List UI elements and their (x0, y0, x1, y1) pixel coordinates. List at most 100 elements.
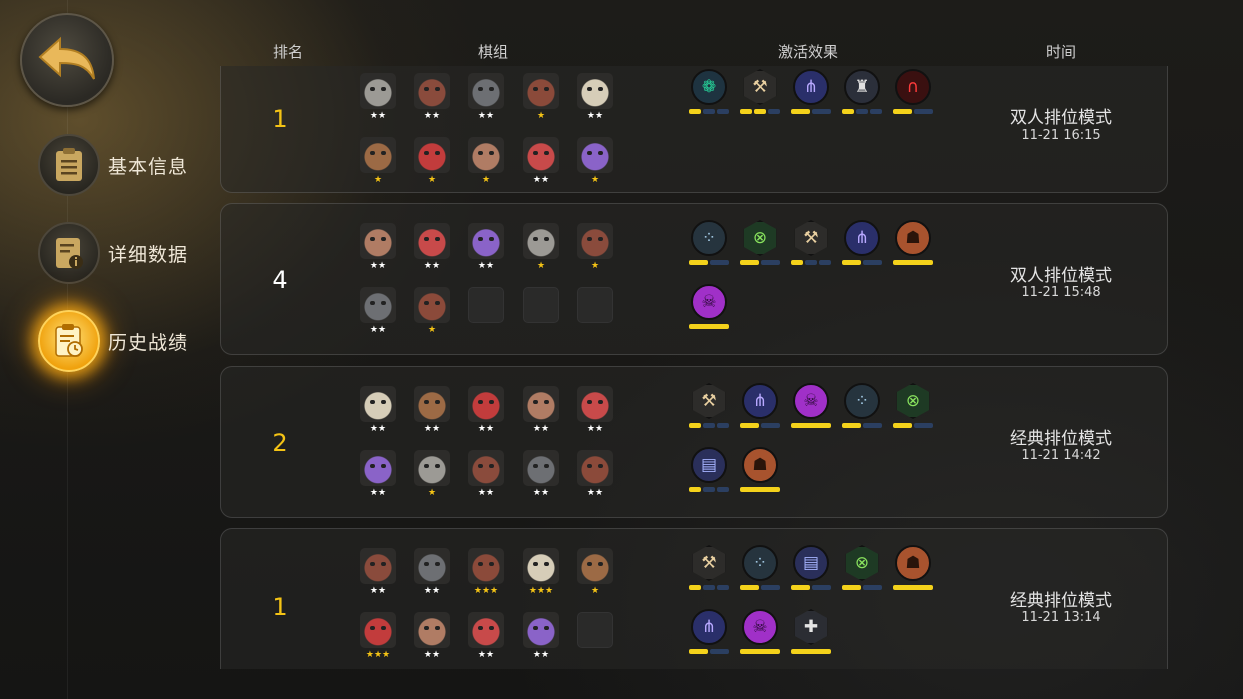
star-rating: ★★ (423, 586, 441, 596)
star-rating: ★★ (477, 111, 495, 121)
demon-icon: ☗ (895, 220, 931, 256)
trait-synergy[interactable]: ⁘ (740, 545, 780, 591)
chess-piece[interactable]: ★ (360, 137, 396, 185)
empty-slot[interactable] (523, 287, 559, 323)
chess-piece[interactable]: ★★★ (360, 612, 396, 660)
chess-piece[interactable]: ★★ (468, 612, 504, 660)
chess-piece[interactable]: ★ (414, 450, 450, 498)
trait-synergy[interactable]: ⚒ (689, 383, 729, 429)
chess-piece[interactable]: ★ (414, 137, 450, 185)
bar-segment-inactive (710, 649, 729, 654)
trait-synergy[interactable]: ▤ (689, 447, 729, 493)
axe-icon: ⚒ (692, 545, 726, 581)
hero-portrait (414, 386, 450, 422)
chess-piece[interactable]: ★ (523, 73, 559, 121)
chess-piece[interactable]: ★★ (414, 386, 450, 434)
history-record[interactable]: 2 经典排位模式 11-21 14:42 ★★ ★★ ★★ ★★ ★★ ★★ ★ ★★ ★★ ★★… (220, 366, 1168, 518)
chess-piece[interactable]: ★★ (360, 223, 396, 271)
chess-piece[interactable]: ★★ (414, 223, 450, 271)
empty-slot[interactable] (577, 612, 613, 648)
trait-synergy[interactable]: ⚒ (791, 220, 831, 266)
trait-synergy[interactable]: ⋔ (791, 69, 831, 115)
trait-synergy[interactable]: ☗ (893, 220, 933, 266)
chess-piece[interactable]: ★ (577, 137, 613, 185)
chess-piece[interactable]: ★ (468, 137, 504, 185)
bar-segment-inactive (717, 487, 729, 492)
trait-synergy[interactable]: ⚒ (689, 545, 729, 591)
trait-synergy[interactable]: ⊗ (740, 220, 780, 266)
chess-piece[interactable]: ★★ (523, 386, 559, 434)
sidebar-item-label: 历史战绩 (108, 331, 189, 354)
chess-piece[interactable]: ★ (577, 223, 613, 271)
arch-icon: ∩ (895, 69, 931, 105)
bar-segment-active (791, 260, 803, 265)
chess-piece[interactable]: ★★ (577, 73, 613, 121)
chess-piece[interactable]: ★★★ (523, 548, 559, 596)
portrait-eye (424, 151, 429, 155)
chess-piece[interactable]: ★★ (468, 223, 504, 271)
star-rating: ★★★ (528, 586, 554, 596)
chess-piece[interactable]: ★★ (577, 386, 613, 434)
trait-synergy[interactable]: ⁘ (689, 220, 729, 266)
chess-piece[interactable]: ★★ (360, 386, 396, 434)
trait-synergy[interactable]: ✚ (791, 609, 831, 655)
history-record[interactable]: 1 双人排位模式 11-21 16:15 ★★ ★★ ★★ ★ ★★ ★ ★ ★ ★★ ★ ❁ ⚒ ⋔ ♜… (220, 66, 1168, 193)
chess-piece[interactable]: ★★ (360, 287, 396, 335)
portrait-eye (381, 87, 386, 91)
chess-piece[interactable]: ★★ (414, 548, 450, 596)
trait-synergy[interactable]: ⋔ (740, 383, 780, 429)
trait-synergy[interactable]: ☠ (791, 383, 831, 429)
trait-synergy[interactable]: ∩ (893, 69, 933, 115)
trait-synergy[interactable]: ☗ (740, 447, 780, 493)
chess-piece[interactable]: ★★ (414, 73, 450, 121)
trait-synergy[interactable]: ⋔ (842, 220, 882, 266)
back-button[interactable] (20, 13, 114, 107)
history-record[interactable]: 1 经典排位模式 11-21 13:14 ★★ ★★ ★★★ ★★★ ★ ★★★ ★★ ★★ ★… (220, 528, 1168, 669)
match-time: 11-21 14:42 (1021, 448, 1101, 463)
chess-piece[interactable]: ★★ (360, 548, 396, 596)
trait-synergy[interactable]: ⋔ (689, 609, 729, 655)
trait-synergy[interactable]: ⁘ (842, 383, 882, 429)
chess-piece[interactable]: ★ (414, 287, 450, 335)
trait-synergy[interactable]: ☠ (689, 284, 729, 330)
portrait-eye (598, 151, 603, 155)
chess-piece[interactable]: ★★ (414, 612, 450, 660)
chess-piece[interactable]: ★★ (577, 450, 613, 498)
rank-value: 1 (272, 593, 288, 621)
history-record[interactable]: 4 双人排位模式 11-21 15:48 ★★ ★★ ★★ ★ ★ ★★ ★ ⁘ ⊗ ⚒ ⋔ ☗ ☠ (220, 203, 1168, 355)
chess-piece[interactable]: ★★ (523, 612, 559, 660)
trait-synergy[interactable]: ⊗ (842, 545, 882, 591)
chess-piece[interactable]: ★★ (360, 73, 396, 121)
empty-slot[interactable] (577, 287, 613, 323)
trait-synergy[interactable]: ⊗ (893, 383, 933, 429)
trait-synergy[interactable]: ▤ (791, 545, 831, 591)
sidebar-item-match-history[interactable]: 历史战绩 (38, 310, 188, 372)
empty-slot[interactable] (468, 287, 504, 323)
chess-piece[interactable]: ★★★ (468, 548, 504, 596)
chess-piece[interactable]: ★★ (523, 450, 559, 498)
trait-synergy[interactable]: ☗ (893, 545, 933, 591)
chess-piece[interactable]: ★★ (468, 450, 504, 498)
trait-synergy[interactable]: ❁ (689, 69, 729, 115)
chess-piece[interactable]: ★★ (523, 137, 559, 185)
hero-portrait (468, 548, 504, 584)
chess-piece[interactable]: ★ (523, 223, 559, 271)
sidebar-item-basic-info[interactable]: 基本信息 (38, 134, 188, 196)
bar-segment-active (740, 109, 752, 114)
trait-synergy[interactable]: ☠ (740, 609, 780, 655)
trait-synergy[interactable]: ⚒ (740, 69, 780, 115)
star-rating: ★★ (532, 175, 550, 185)
portrait-eye (424, 464, 429, 468)
history-list[interactable]: 1 双人排位模式 11-21 16:15 ★★ ★★ ★★ ★ ★★ ★ ★ ★ ★★ ★ ❁ ⚒ ⋔ ♜… (210, 66, 1180, 669)
chess-piece[interactable]: ★ (577, 548, 613, 596)
chess-piece[interactable]: ★★ (468, 386, 504, 434)
sidebar-item-detailed-data[interactable]: 详细数据 (38, 222, 188, 284)
chess-piece[interactable]: ★★ (468, 73, 504, 121)
bar-segment-active (791, 423, 831, 428)
bar-segment-inactive (863, 585, 882, 590)
bar-segment-inactive (703, 487, 715, 492)
portrait-eye (370, 562, 375, 566)
bar-segment-inactive (812, 585, 831, 590)
trait-synergy[interactable]: ♜ (842, 69, 882, 115)
chess-piece[interactable]: ★★ (360, 450, 396, 498)
